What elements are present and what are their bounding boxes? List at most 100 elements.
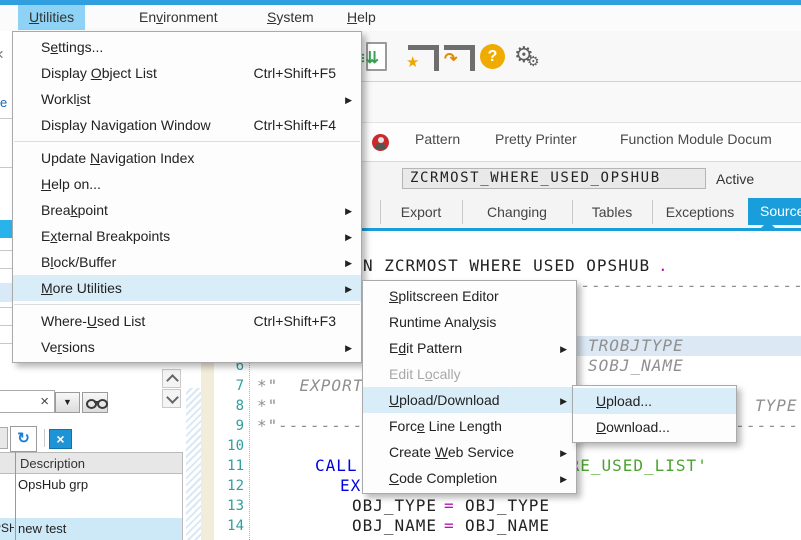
menu-item-splitscreen-editor[interactable]: Splitscreen Editor bbox=[363, 283, 576, 309]
shortcut-label: Ctrl+Shift+F4 bbox=[254, 112, 336, 138]
upload-download-submenu: Upload...Download... bbox=[572, 385, 737, 443]
function-module-name-field[interactable]: ZCRMOST_WHERE_USED_OPSHUB bbox=[402, 168, 706, 189]
menu-item-breakpoint[interactable]: Breakpoint▶ bbox=[13, 197, 361, 223]
submenu-arrow-icon: ▶ bbox=[345, 87, 352, 113]
display-glasses-button[interactable] bbox=[82, 392, 108, 413]
menu-item-force-line-length[interactable]: Force Line Length bbox=[363, 413, 576, 439]
more-utilities-submenu: Splitscreen EditorRuntime AnalysisEdit P… bbox=[362, 280, 577, 494]
partial-icon bbox=[0, 427, 8, 449]
menu-separator bbox=[14, 141, 360, 142]
submenu-arrow-icon: ▶ bbox=[560, 466, 567, 492]
tab-partial[interactable] bbox=[362, 200, 381, 224]
tab-changing[interactable]: Changing bbox=[462, 200, 573, 224]
menubar-item-environment[interactable]: Environment bbox=[128, 5, 229, 30]
menu-item-edit-locally: Edit Locally bbox=[363, 361, 576, 387]
submenu-arrow-icon: ▶ bbox=[345, 335, 352, 361]
submenu-arrow-icon: ▶ bbox=[345, 198, 352, 224]
link-text-fragment[interactable]: e bbox=[0, 95, 7, 110]
code-token: OBJ_TYPE bbox=[465, 496, 550, 516]
table-header: Description bbox=[0, 452, 182, 474]
menubar-item-help[interactable]: Help bbox=[336, 5, 387, 30]
menu-item-upload-download[interactable]: Upload/Download▶ bbox=[363, 387, 576, 413]
menu-item-create-web-service[interactable]: Create Web Service▶ bbox=[363, 439, 576, 465]
chevron-up-icon bbox=[166, 374, 179, 387]
table-row[interactable]: PSHnew test bbox=[0, 518, 182, 540]
table-row[interactable]: OpsHub grp bbox=[0, 474, 182, 496]
code-token: *" bbox=[257, 396, 278, 416]
line-number: 8 bbox=[212, 396, 244, 416]
close-icon[interactable]: × bbox=[0, 45, 4, 65]
tab-export[interactable]: Export bbox=[380, 200, 463, 224]
submenu-arrow-icon: ▶ bbox=[345, 250, 352, 276]
description-column-header: Description bbox=[20, 456, 85, 471]
menu-item-worklist[interactable]: Worklist▶ bbox=[13, 86, 361, 112]
code-token: N ZCRMOST WHERE USED OPSHUB bbox=[363, 256, 650, 276]
pretty-printer-button[interactable]: Pretty Printer bbox=[495, 131, 577, 147]
code-token: TROBJTYPE bbox=[588, 336, 684, 356]
dropdown-button[interactable]: ▼ bbox=[55, 392, 80, 413]
line-number: 12 bbox=[212, 476, 244, 496]
menu-item-upload[interactable]: Upload... bbox=[573, 388, 736, 414]
code-token: . bbox=[658, 256, 669, 276]
menu-item-edit-pattern[interactable]: Edit Pattern▶ bbox=[363, 335, 576, 361]
line-number: 10 bbox=[212, 436, 244, 456]
menu-item-download[interactable]: Download... bbox=[573, 414, 736, 440]
shortcut-label: Ctrl+Shift+F5 bbox=[254, 60, 336, 86]
panel-splitter[interactable] bbox=[186, 388, 201, 540]
customize-layout-gear-icon[interactable]: ⚙ ⚙ bbox=[514, 44, 548, 74]
close-list-button[interactable]: × bbox=[49, 429, 72, 449]
toolbar-separator bbox=[44, 429, 45, 447]
shortcut-label: Ctrl+Shift+F3 bbox=[254, 308, 336, 334]
tab-tables[interactable]: Tables bbox=[572, 200, 653, 224]
scroll-down-button[interactable] bbox=[162, 389, 181, 408]
code-token: = bbox=[444, 496, 455, 516]
submenu-arrow-icon: ▶ bbox=[560, 388, 567, 414]
menu-item-external-breakpoints[interactable]: External Breakpoints▶ bbox=[13, 223, 361, 249]
pattern-button[interactable]: Pattern bbox=[415, 131, 460, 147]
menubar-item-utilities[interactable]: Utilities bbox=[18, 5, 85, 30]
menu-item-code-completion[interactable]: Code Completion▶ bbox=[363, 465, 576, 491]
create-shortcut-icon[interactable]: ↷ bbox=[444, 45, 476, 71]
clear-x-icon[interactable]: × bbox=[40, 392, 49, 411]
help-icon[interactable]: ? bbox=[480, 44, 505, 69]
submenu-arrow-icon: ▶ bbox=[345, 276, 352, 302]
menu-item-more-utilities[interactable]: More Utilities▶ bbox=[13, 275, 361, 301]
tab-exceptions[interactable]: Exceptions bbox=[652, 200, 749, 224]
sap-gui-window: UtilitiesEnvironmentSystemHelp ∊⇊ ★ ↷ ? … bbox=[0, 0, 801, 540]
menu-item-settings[interactable]: Settings... bbox=[13, 34, 361, 60]
menu-item-help-on[interactable]: Help on... bbox=[13, 171, 361, 197]
code-token: TYPE bbox=[755, 396, 798, 416]
code-token: CALL bbox=[315, 456, 358, 476]
table-column-divider bbox=[15, 452, 16, 540]
description-cell: new test bbox=[18, 521, 66, 536]
line-number: 11 bbox=[212, 456, 244, 476]
refresh-icon: ↻ bbox=[11, 427, 36, 450]
submenu-arrow-icon: ▶ bbox=[345, 224, 352, 250]
search-input[interactable]: × bbox=[0, 390, 55, 413]
menu-separator bbox=[14, 304, 360, 305]
menu-item-block-buffer[interactable]: Block/Buffer▶ bbox=[13, 249, 361, 275]
line-number: 13 bbox=[212, 496, 244, 516]
menu-item-versions[interactable]: Versions▶ bbox=[13, 334, 361, 360]
menu-item-update-navigation-index[interactable]: Update Navigation Index bbox=[13, 145, 361, 171]
function-module-docu-button[interactable]: Function Module Docum bbox=[620, 131, 772, 147]
menu-item-where-used-list[interactable]: Where-Used ListCtrl+Shift+F3 bbox=[13, 308, 361, 334]
description-cell: OpsHub grp bbox=[18, 477, 88, 492]
menu-item-runtime-analysis[interactable]: Runtime Analysis bbox=[363, 309, 576, 335]
refresh-button[interactable]: ↻ bbox=[10, 426, 37, 452]
code-token: SOBJ_NAME bbox=[588, 356, 684, 376]
code-token: = bbox=[444, 516, 455, 536]
chevron-down-icon bbox=[166, 391, 179, 404]
debugger-person-icon bbox=[372, 134, 389, 151]
new-session-star-icon[interactable]: ★ bbox=[408, 45, 440, 71]
submenu-arrow-icon: ▶ bbox=[560, 440, 567, 466]
table-row[interactable] bbox=[0, 496, 182, 518]
line-number: 14 bbox=[212, 516, 244, 536]
scroll-up-button[interactable] bbox=[162, 369, 181, 388]
menu-item-display-navigation-window[interactable]: Display Navigation WindowCtrl+Shift+F4 bbox=[13, 112, 361, 138]
chevron-down-icon: ▼ bbox=[56, 393, 79, 412]
menu-item-display-object-list[interactable]: Display Object ListCtrl+Shift+F5 bbox=[13, 60, 361, 86]
menubar-item-system[interactable]: System bbox=[256, 5, 325, 30]
utilities-menu: Settings...Display Object ListCtrl+Shift… bbox=[12, 31, 362, 363]
code-token: OBJ_NAME bbox=[352, 516, 437, 536]
